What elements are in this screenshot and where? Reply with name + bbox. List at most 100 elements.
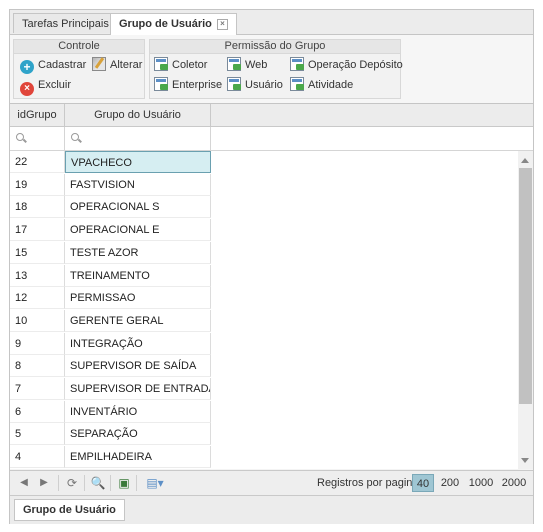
cell-grupo[interactable]: GERENTE GERAL (65, 309, 211, 332)
button-label: Atividade (308, 79, 354, 91)
table-row[interactable]: 6 INVENTÁRIO (10, 400, 518, 423)
vertical-scrollbar[interactable] (518, 151, 533, 469)
web-button[interactable]: Web (227, 56, 267, 74)
table-row[interactable]: 12 PERMISSAO (10, 287, 518, 310)
cell-idgrupo[interactable]: 5 (10, 423, 65, 446)
coletor-button[interactable]: Coletor (154, 56, 207, 74)
table-row[interactable]: 5 SEPARAÇÃO (10, 423, 518, 446)
cell-idgrupo[interactable]: 4 (10, 446, 65, 469)
table-row[interactable]: 22 VPACHECO (10, 151, 518, 173)
close-icon[interactable]: × (216, 19, 228, 30)
cell-grupo[interactable]: OPERACIONAL S (65, 196, 211, 219)
button-label: Enterprise (172, 79, 223, 91)
export-excel-icon[interactable]: ▣ (116, 475, 132, 491)
cell-idgrupo[interactable]: 7 (10, 378, 65, 400)
cell-idgrupo[interactable]: 8 (10, 355, 65, 378)
cell-idgrupo[interactable]: 19 (10, 173, 65, 196)
cell-idgrupo[interactable]: 15 (10, 241, 65, 264)
cell-grupo[interactable]: SUPERVISOR DE SAÍDA (65, 355, 211, 378)
table-row[interactable]: 15 TESTE AZOR (10, 241, 518, 264)
cell-idgrupo[interactable]: 17 (10, 219, 65, 242)
cell-idgrupo[interactable]: 10 (10, 309, 65, 332)
divider (58, 475, 59, 491)
permission-icon (154, 57, 168, 71)
page-size-label: Registros por pagina: (317, 477, 422, 489)
cell-grupo[interactable]: PERMISSAO (65, 287, 211, 310)
button-label: Alterar (110, 59, 143, 71)
page-size-40[interactable]: 40 (412, 474, 434, 492)
filter-grupo-input[interactable] (65, 127, 211, 150)
divider (84, 475, 85, 491)
cell-idgrupo[interactable]: 18 (10, 196, 65, 219)
bottom-tab-grupo-de-usuario[interactable]: Grupo de Usuário (14, 499, 125, 521)
permission-icon (227, 57, 241, 71)
delete-icon: × (20, 82, 34, 96)
permission-icon (290, 57, 304, 71)
export-menu-icon[interactable]: ▤▾ (142, 475, 168, 491)
permission-icon (154, 77, 168, 91)
cadastrar-button[interactable]: + Cadastrar (20, 56, 86, 74)
tab-bar: Tarefas Principais Grupo de Usuário × (10, 10, 533, 35)
enterprise-button[interactable]: Enterprise (154, 76, 222, 94)
button-label: Excluir (38, 79, 72, 91)
permission-icon (290, 77, 304, 91)
cell-grupo[interactable]: SUPERVISOR DE ENTRADA (65, 378, 211, 400)
column-header-grupo[interactable]: Grupo do Usuário (65, 104, 211, 126)
tab-tarefas-principais[interactable]: Tarefas Principais (13, 13, 118, 33)
table-row[interactable]: 4 EMPILHADEIRA (10, 446, 518, 469)
cell-grupo[interactable]: INTEGRAÇÃO (65, 332, 211, 355)
scroll-up-icon[interactable] (521, 158, 529, 163)
cell-grupo[interactable]: INVENTÁRIO (65, 400, 211, 423)
tab-label: Tarefas Principais (22, 18, 109, 30)
page-size-2000[interactable]: 2000 (499, 474, 529, 492)
tab-grupo-de-usuario[interactable]: Grupo de Usuário × (110, 13, 237, 35)
cell-grupo[interactable]: EMPILHADEIRA (65, 446, 211, 469)
filter-row (10, 127, 533, 151)
cell-grupo[interactable]: TREINAMENTO (65, 264, 211, 287)
cell-idgrupo[interactable]: 9 (10, 332, 65, 355)
table-row[interactable]: 7 SUPERVISOR DE ENTRADA (10, 378, 518, 400)
usuario-button[interactable]: Usuário (227, 76, 283, 94)
scroll-thumb[interactable] (519, 168, 532, 404)
search-icon[interactable]: 🔍 (90, 475, 106, 491)
next-page-icon[interactable]: ▶ (36, 475, 52, 491)
pager-toolbar: ◀ ▶ ⟳ 🔍 ▣ ▤▾ Registros por pagina: 40 20… (10, 470, 533, 495)
cell-idgrupo[interactable]: 6 (10, 400, 65, 423)
filter-idgrupo-input[interactable] (10, 127, 65, 150)
app-window: Tarefas Principais Grupo de Usuário × Con… (9, 9, 534, 524)
group-title: Permissão do Grupo (150, 40, 400, 54)
scroll-down-icon[interactable] (521, 458, 529, 463)
cell-grupo[interactable]: FASTVISION (65, 173, 211, 196)
table-row[interactable]: 18 OPERACIONAL S (10, 196, 518, 219)
table-row[interactable]: 8 SUPERVISOR DE SAÍDA (10, 355, 518, 378)
group-permissao: Permissão do Grupo Coletor Web Operação … (149, 39, 403, 99)
cell-grupo[interactable]: SEPARAÇÃO (65, 423, 211, 446)
page-size-200[interactable]: 200 (437, 474, 463, 492)
cell-idgrupo[interactable]: 12 (10, 287, 65, 310)
data-grid: idGrupo Grupo do Usuário 22 VPACHECO 19 FAS… (10, 104, 533, 469)
table-row[interactable]: 19 FASTVISION (10, 173, 518, 196)
cell-idgrupo[interactable]: 13 (10, 264, 65, 287)
excluir-button[interactable]: × Excluir (20, 76, 72, 96)
table-row[interactable]: 17 OPERACIONAL E (10, 219, 518, 242)
cell-grupo[interactable]: VPACHECO (65, 151, 211, 173)
refresh-icon[interactable]: ⟳ (64, 475, 80, 491)
permission-icon (227, 77, 241, 91)
search-icon (16, 133, 24, 141)
atividade-button[interactable]: Atividade (290, 76, 353, 94)
cell-grupo[interactable]: TESTE AZOR (65, 241, 211, 264)
table-row[interactable]: 10 GERENTE GERAL (10, 309, 518, 332)
table-row[interactable]: 9 INTEGRAÇÃO (10, 332, 518, 355)
page-size-1000[interactable]: 1000 (466, 474, 496, 492)
operacao-deposito-button[interactable]: Operação Depósito (290, 56, 403, 74)
alterar-button[interactable]: Alterar (92, 56, 142, 74)
divider (136, 475, 137, 491)
prev-page-icon[interactable]: ◀ (16, 475, 32, 491)
cell-grupo[interactable]: OPERACIONAL E (65, 219, 211, 242)
ribbon-toolbar: Controle + Cadastrar Alterar × Excluir Per… (10, 35, 533, 104)
column-header-idgrupo[interactable]: idGrupo (10, 104, 65, 126)
button-label: Coletor (172, 59, 208, 71)
cell-idgrupo[interactable]: 22 (10, 151, 65, 173)
button-label: Web (245, 59, 268, 71)
table-row[interactable]: 13 TREINAMENTO (10, 264, 518, 287)
